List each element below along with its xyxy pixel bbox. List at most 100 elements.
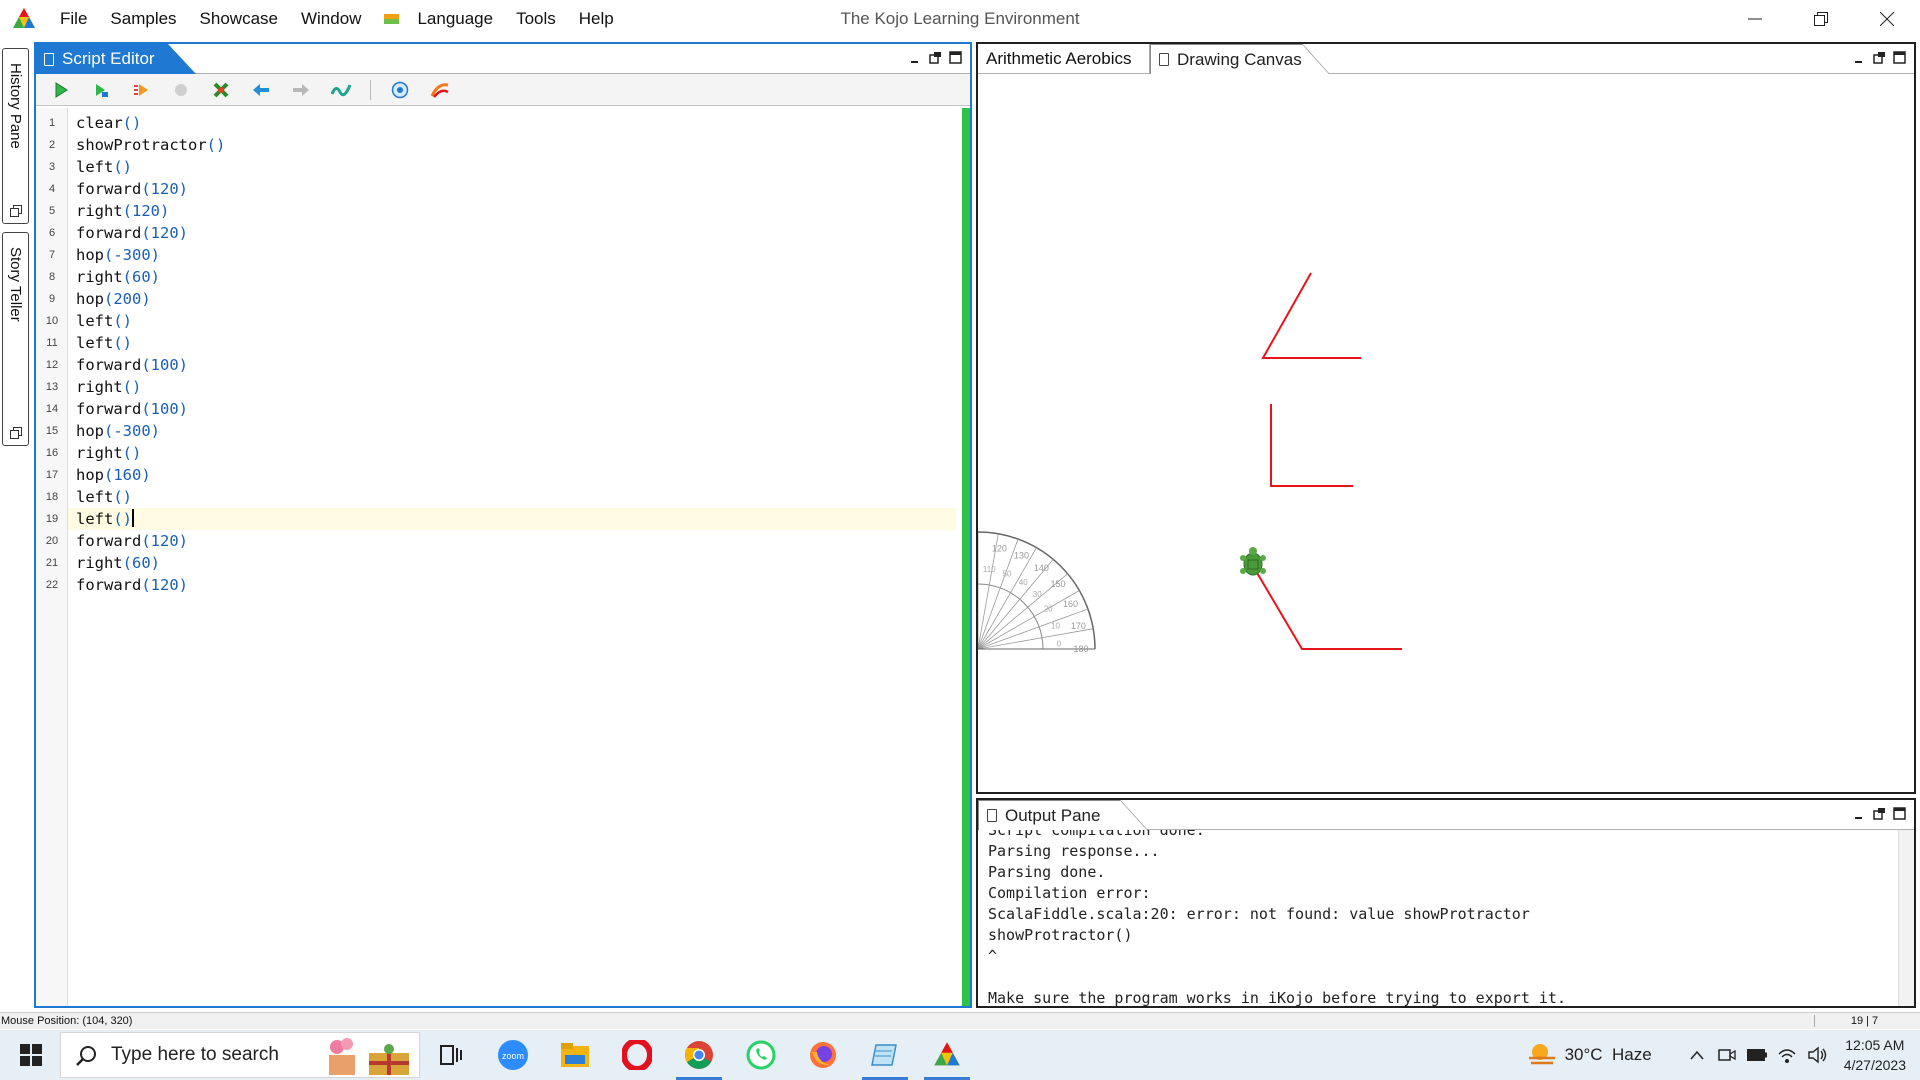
taskbar-clock[interactable]: 12:05 AM 4/27/2023 xyxy=(1844,1035,1906,1075)
float-icon[interactable] xyxy=(1873,807,1886,820)
document-icon xyxy=(1159,53,1169,66)
code-line[interactable]: 2 showProtractor() xyxy=(49,134,956,156)
task-view-button[interactable] xyxy=(424,1030,478,1080)
code-line[interactable]: 3 left() xyxy=(49,156,956,178)
float-icon[interactable] xyxy=(929,51,942,64)
opera-app-button[interactable] xyxy=(610,1030,664,1080)
protractor-label: 30 xyxy=(1033,590,1042,599)
function-name: left xyxy=(76,510,114,528)
menu-samples[interactable]: Samples xyxy=(110,9,176,29)
weather-widget[interactable]: 30°C Haze xyxy=(1527,1042,1652,1068)
taskbar-search[interactable]: Type here to search xyxy=(60,1032,420,1078)
meet-now-button[interactable] xyxy=(1716,1044,1738,1066)
code-line[interactable]: 20 forward(120) xyxy=(46,530,956,552)
code-line[interactable]: 11 left() xyxy=(46,332,956,354)
run-worksheet-button[interactable] xyxy=(90,79,112,101)
opera-icon xyxy=(622,1040,652,1070)
code-line[interactable]: 1 clear() xyxy=(49,112,956,134)
code-line[interactable]: 8 right(60) xyxy=(49,266,956,288)
side-tab-story-teller[interactable]: Story Teller xyxy=(2,232,29,446)
maximize-icon[interactable] xyxy=(949,51,962,64)
output-scrollbar[interactable] xyxy=(1898,830,1914,1006)
whatsapp-app-button[interactable] xyxy=(734,1030,788,1080)
chrome-app-button[interactable] xyxy=(672,1030,726,1080)
minimize-icon[interactable] xyxy=(1853,807,1866,820)
menu-bar: File Samples Showcase Window Language To… xyxy=(60,0,637,38)
code-line[interactable]: 4 forward(120) xyxy=(49,178,956,200)
minimize-button[interactable] xyxy=(1722,0,1788,38)
restore-icon xyxy=(1814,12,1828,26)
float-icon[interactable] xyxy=(1873,51,1886,64)
code-line[interactable]: 19 left() xyxy=(46,508,956,530)
function-args: () xyxy=(113,488,132,506)
haze-weather-icon xyxy=(1528,1044,1555,1065)
show-hidden-icons-button[interactable] xyxy=(1686,1044,1708,1066)
maximize-icon[interactable] xyxy=(1893,51,1906,64)
minimize-icon[interactable] xyxy=(909,51,922,64)
restore-button[interactable] xyxy=(1788,0,1854,38)
trace-button[interactable] xyxy=(130,79,152,101)
code-editor[interactable]: 1 clear() 2 showProtractor() 3 left() 4 forward… xyxy=(46,108,956,1006)
code-line[interactable]: 9 hop(200) xyxy=(49,288,956,310)
canvas-panel: Arithmetic Aerobics Drawing Canvas 120 13… xyxy=(976,42,1916,794)
zoom-app-button[interactable]: zoom xyxy=(486,1030,540,1080)
code-line[interactable]: 6 forward(120) xyxy=(49,222,956,244)
editor-toolbar xyxy=(36,74,970,106)
output-line: ^ xyxy=(988,947,998,965)
network-button[interactable] xyxy=(1776,1044,1798,1066)
code-line[interactable]: 14 forward(100) xyxy=(46,398,956,420)
code-line[interactable]: 12 forward(100) xyxy=(46,354,956,376)
clear-output-button[interactable] xyxy=(210,79,232,101)
drawing-canvas[interactable]: 120 130 140 150 160 170 180 110 50 40 30 20 10 0 xyxy=(977,74,1914,792)
help-button[interactable] xyxy=(389,79,411,101)
volume-button[interactable] xyxy=(1806,1044,1828,1066)
redo-icon xyxy=(293,83,309,96)
script-editor-tabbar: Script Editor xyxy=(36,44,970,74)
tab-drawing-canvas[interactable]: Drawing Canvas xyxy=(1150,44,1330,75)
menu-window[interactable]: Window xyxy=(301,9,361,29)
close-button[interactable] xyxy=(1854,0,1920,38)
menu-help[interactable]: Help xyxy=(579,9,614,29)
kojo-icon xyxy=(934,1042,960,1066)
firefox-app-button[interactable] xyxy=(796,1030,850,1080)
tab-script-editor[interactable]: Script Editor xyxy=(36,44,196,74)
output-text-area[interactable]: Script compilation done. Parsing response… xyxy=(978,830,1898,1006)
line-number: 19 xyxy=(45,513,59,525)
menu-tools[interactable]: Tools xyxy=(516,9,556,29)
code-line[interactable]: 15 hop(-300) xyxy=(46,420,956,442)
menu-showcase[interactable]: Showcase xyxy=(200,9,278,29)
kojo-app-button[interactable] xyxy=(920,1030,974,1080)
redo-button[interactable] xyxy=(290,79,312,101)
tab-script-editor-label: Script Editor xyxy=(62,49,155,68)
menu-file[interactable]: File xyxy=(60,9,87,29)
function-name: forward xyxy=(76,180,142,198)
code-line[interactable]: 22 forward(120) xyxy=(46,574,956,596)
code-line[interactable]: 7 hop(-300) xyxy=(49,244,956,266)
code-line[interactable]: 5 right(120) xyxy=(49,200,956,222)
code-line[interactable]: 13 right() xyxy=(46,376,956,398)
undo-button[interactable] xyxy=(250,79,272,101)
tab-output-pane[interactable]: Output Pane xyxy=(978,800,1148,831)
output-line: Script compilation done. xyxy=(988,830,1205,839)
code-line[interactable]: 21 right(60) xyxy=(46,552,956,574)
battery-button[interactable] xyxy=(1746,1044,1768,1066)
code-line[interactable]: 10 left() xyxy=(46,310,956,332)
menu-language[interactable]: Language xyxy=(384,9,493,29)
start-button[interactable] xyxy=(10,1030,52,1080)
export-button[interactable] xyxy=(429,79,451,101)
tab-arithmetic-aerobics[interactable]: Arithmetic Aerobics xyxy=(978,44,1150,74)
file-explorer-button[interactable] xyxy=(548,1030,602,1080)
notepad-app-button[interactable] xyxy=(858,1030,912,1080)
side-tab-history-pane[interactable]: History Pane xyxy=(2,48,29,224)
run-icon xyxy=(55,81,68,98)
maximize-icon[interactable] xyxy=(1893,807,1906,820)
code-line[interactable]: 16 right() xyxy=(46,442,956,464)
code-line[interactable]: 17 hop(160) xyxy=(46,464,956,486)
stop-button[interactable] xyxy=(170,79,192,101)
minimize-icon[interactable] xyxy=(1853,51,1866,64)
run-button[interactable] xyxy=(50,79,72,101)
code-line[interactable]: 18 left() xyxy=(46,486,956,508)
line-number: 21 xyxy=(45,557,59,569)
side-tab-story-label: Story Teller xyxy=(7,247,24,322)
format-code-button[interactable] xyxy=(330,79,352,101)
